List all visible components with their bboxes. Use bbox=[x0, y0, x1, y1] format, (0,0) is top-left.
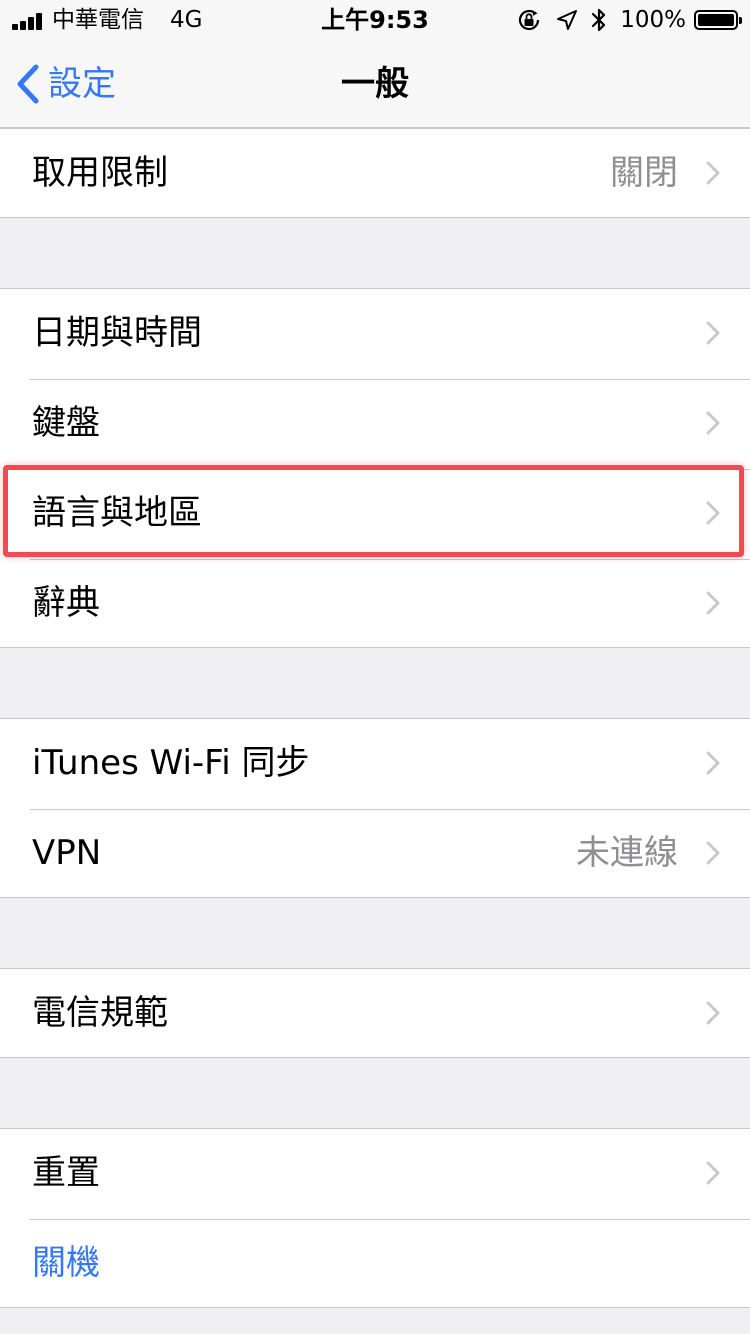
status-bar: 中華電信 4G 上午9:53 100% bbox=[0, 0, 750, 40]
chevron-right-icon bbox=[706, 591, 720, 615]
row-value: 關閉 bbox=[610, 153, 678, 193]
battery-icon bbox=[694, 10, 742, 30]
top-bar: 中華電信 4G 上午9:53 100% 設定 一般 bbox=[0, 0, 750, 128]
row-label: 電信規範 bbox=[32, 993, 168, 1033]
bluetooth-icon bbox=[592, 8, 606, 32]
row-restrictions[interactable]: 取用限制 關閉 bbox=[0, 129, 750, 219]
section-restrictions: 取用限制 關閉 bbox=[0, 128, 750, 218]
row-regulatory[interactable]: 電信規範 bbox=[0, 969, 750, 1059]
row-label: iTunes Wi-Fi 同步 bbox=[32, 743, 310, 783]
row-reset[interactable]: 重置 bbox=[0, 1129, 750, 1219]
section-regulatory: 電信規範 bbox=[0, 968, 750, 1058]
location-arrow-icon bbox=[557, 10, 578, 30]
chevron-right-icon bbox=[706, 411, 720, 435]
row-label: 日期與時間 bbox=[32, 313, 202, 353]
chevron-right-icon bbox=[706, 501, 720, 525]
row-label: 辭典 bbox=[32, 583, 100, 623]
row-vpn[interactable]: VPN 未連線 bbox=[0, 809, 750, 899]
row-keyboard[interactable]: 鍵盤 bbox=[0, 379, 750, 469]
page-title: 一般 bbox=[341, 64, 409, 104]
chevron-right-icon bbox=[706, 161, 720, 185]
row-value: 未連線 bbox=[576, 833, 678, 873]
row-label: 取用限制 bbox=[32, 153, 168, 193]
row-shutdown[interactable]: 關機 bbox=[0, 1219, 750, 1309]
status-icons: 100% bbox=[516, 6, 742, 34]
battery-level bbox=[698, 14, 734, 26]
section-reset: 重置 關機 bbox=[0, 1128, 750, 1308]
row-itunes-wifi-sync[interactable]: iTunes Wi-Fi 同步 bbox=[0, 719, 750, 809]
row-label: 鍵盤 bbox=[32, 403, 100, 443]
section-input: 日期與時間 鍵盤 語言與地區 辭典 bbox=[0, 288, 750, 648]
chevron-right-icon bbox=[706, 1161, 720, 1185]
row-label: 語言與地區 bbox=[32, 493, 202, 533]
chevron-right-icon bbox=[706, 841, 720, 865]
chevron-right-icon bbox=[706, 1001, 720, 1025]
chevron-right-icon bbox=[706, 321, 720, 345]
row-date-time[interactable]: 日期與時間 bbox=[0, 289, 750, 379]
row-label: 重置 bbox=[32, 1153, 100, 1193]
row-dictionary[interactable]: 辭典 bbox=[0, 559, 750, 649]
row-label: VPN bbox=[32, 833, 102, 873]
chevron-right-icon bbox=[706, 751, 720, 775]
orientation-lock-icon bbox=[519, 9, 540, 31]
row-language-region[interactable]: 語言與地區 bbox=[0, 469, 750, 559]
section-sync: iTunes Wi-Fi 同步 VPN 未連線 bbox=[0, 718, 750, 898]
battery-percent: 100% bbox=[620, 7, 686, 33]
row-label: 關機 bbox=[32, 1243, 100, 1283]
